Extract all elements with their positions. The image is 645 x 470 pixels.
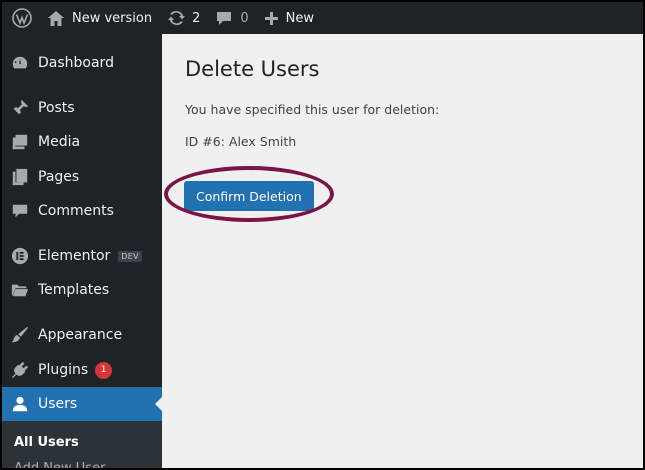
- sidebar-item-users[interactable]: Users: [2, 387, 163, 421]
- comment-bubble-icon: [217, 11, 232, 25]
- users-submenu: All Users Add New User: [2, 421, 162, 468]
- updates-count: 2: [192, 10, 201, 26]
- user-to-delete: ID #6: Alex Smith: [185, 134, 297, 149]
- sidebar-item-label: Templates: [38, 282, 110, 298]
- site-name: New version: [72, 10, 153, 26]
- app-window: New version 2 0 New Dashboard Posts Medi…: [0, 0, 645, 470]
- home-icon: [48, 10, 64, 26]
- elementor-icon: [2, 247, 38, 265]
- user-icon: [2, 395, 38, 413]
- sidebar-item-label: Dashboard: [38, 55, 114, 71]
- updates-link[interactable]: 2: [160, 2, 208, 34]
- sidebar-item-label: Appearance: [38, 327, 123, 343]
- new-content-link[interactable]: New: [257, 2, 322, 34]
- wordpress-logo-icon: [12, 8, 32, 28]
- comments-link[interactable]: 0: [208, 2, 256, 34]
- confirm-deletion-button[interactable]: Confirm Deletion: [184, 181, 314, 211]
- sidebar-item-templates[interactable]: Templates: [2, 273, 162, 307]
- sidebar-item-elementor[interactable]: Elementor DEV: [2, 239, 162, 273]
- brush-icon: [2, 326, 38, 344]
- sidebar-item-dashboard[interactable]: Dashboard: [2, 46, 162, 80]
- sidebar-item-label: Comments: [38, 203, 114, 219]
- sidebar-item-label: Posts: [38, 100, 75, 116]
- sidebar-item-plugins[interactable]: Plugins 1: [2, 353, 162, 387]
- dashboard-icon: [2, 54, 38, 72]
- sidebar-item-posts[interactable]: Posts: [2, 91, 162, 125]
- pages-icon: [2, 168, 38, 186]
- plus-icon: [264, 11, 278, 25]
- sidebar-item-media[interactable]: Media: [2, 125, 162, 159]
- folder-icon: [2, 281, 38, 299]
- submenu-item-add-new-user[interactable]: Add New User: [14, 461, 105, 468]
- plugin-icon: [2, 361, 38, 379]
- updates-icon: [168, 10, 186, 26]
- sidebar-item-label: Users: [38, 396, 78, 412]
- dev-badge: DEV: [118, 250, 142, 262]
- submenu-item-all-users[interactable]: All Users: [14, 435, 79, 450]
- comments-count: 0: [240, 10, 249, 26]
- site-name-link[interactable]: New version: [40, 2, 160, 34]
- sidebar-item-label: Pages: [38, 169, 80, 185]
- sidebar-item-label: Plugins: [38, 362, 89, 378]
- deletion-description: You have specified this user for deletio…: [185, 102, 440, 117]
- page-title: Delete Users: [185, 57, 320, 81]
- admin-bar: New version 2 0 New: [2, 2, 643, 34]
- main-content: Delete Users You have specified this use…: [162, 34, 643, 468]
- wordpress-logo-button[interactable]: [4, 2, 40, 34]
- pin-icon: [2, 99, 38, 117]
- sidebar-item-label: Elementor: [38, 248, 111, 264]
- sidebar-item-label: Media: [38, 134, 81, 150]
- sidebar-item-pages[interactable]: Pages: [2, 160, 162, 194]
- plugins-update-count-badge: 1: [95, 361, 113, 379]
- sidebar-item-appearance[interactable]: Appearance: [2, 318, 162, 352]
- comment-icon: [2, 202, 38, 220]
- new-label: New: [285, 10, 315, 26]
- sidebar-item-comments[interactable]: Comments: [2, 194, 162, 228]
- media-icon: [2, 133, 38, 151]
- admin-sidebar: Dashboard Posts Media Pages Comments Ele…: [2, 34, 163, 468]
